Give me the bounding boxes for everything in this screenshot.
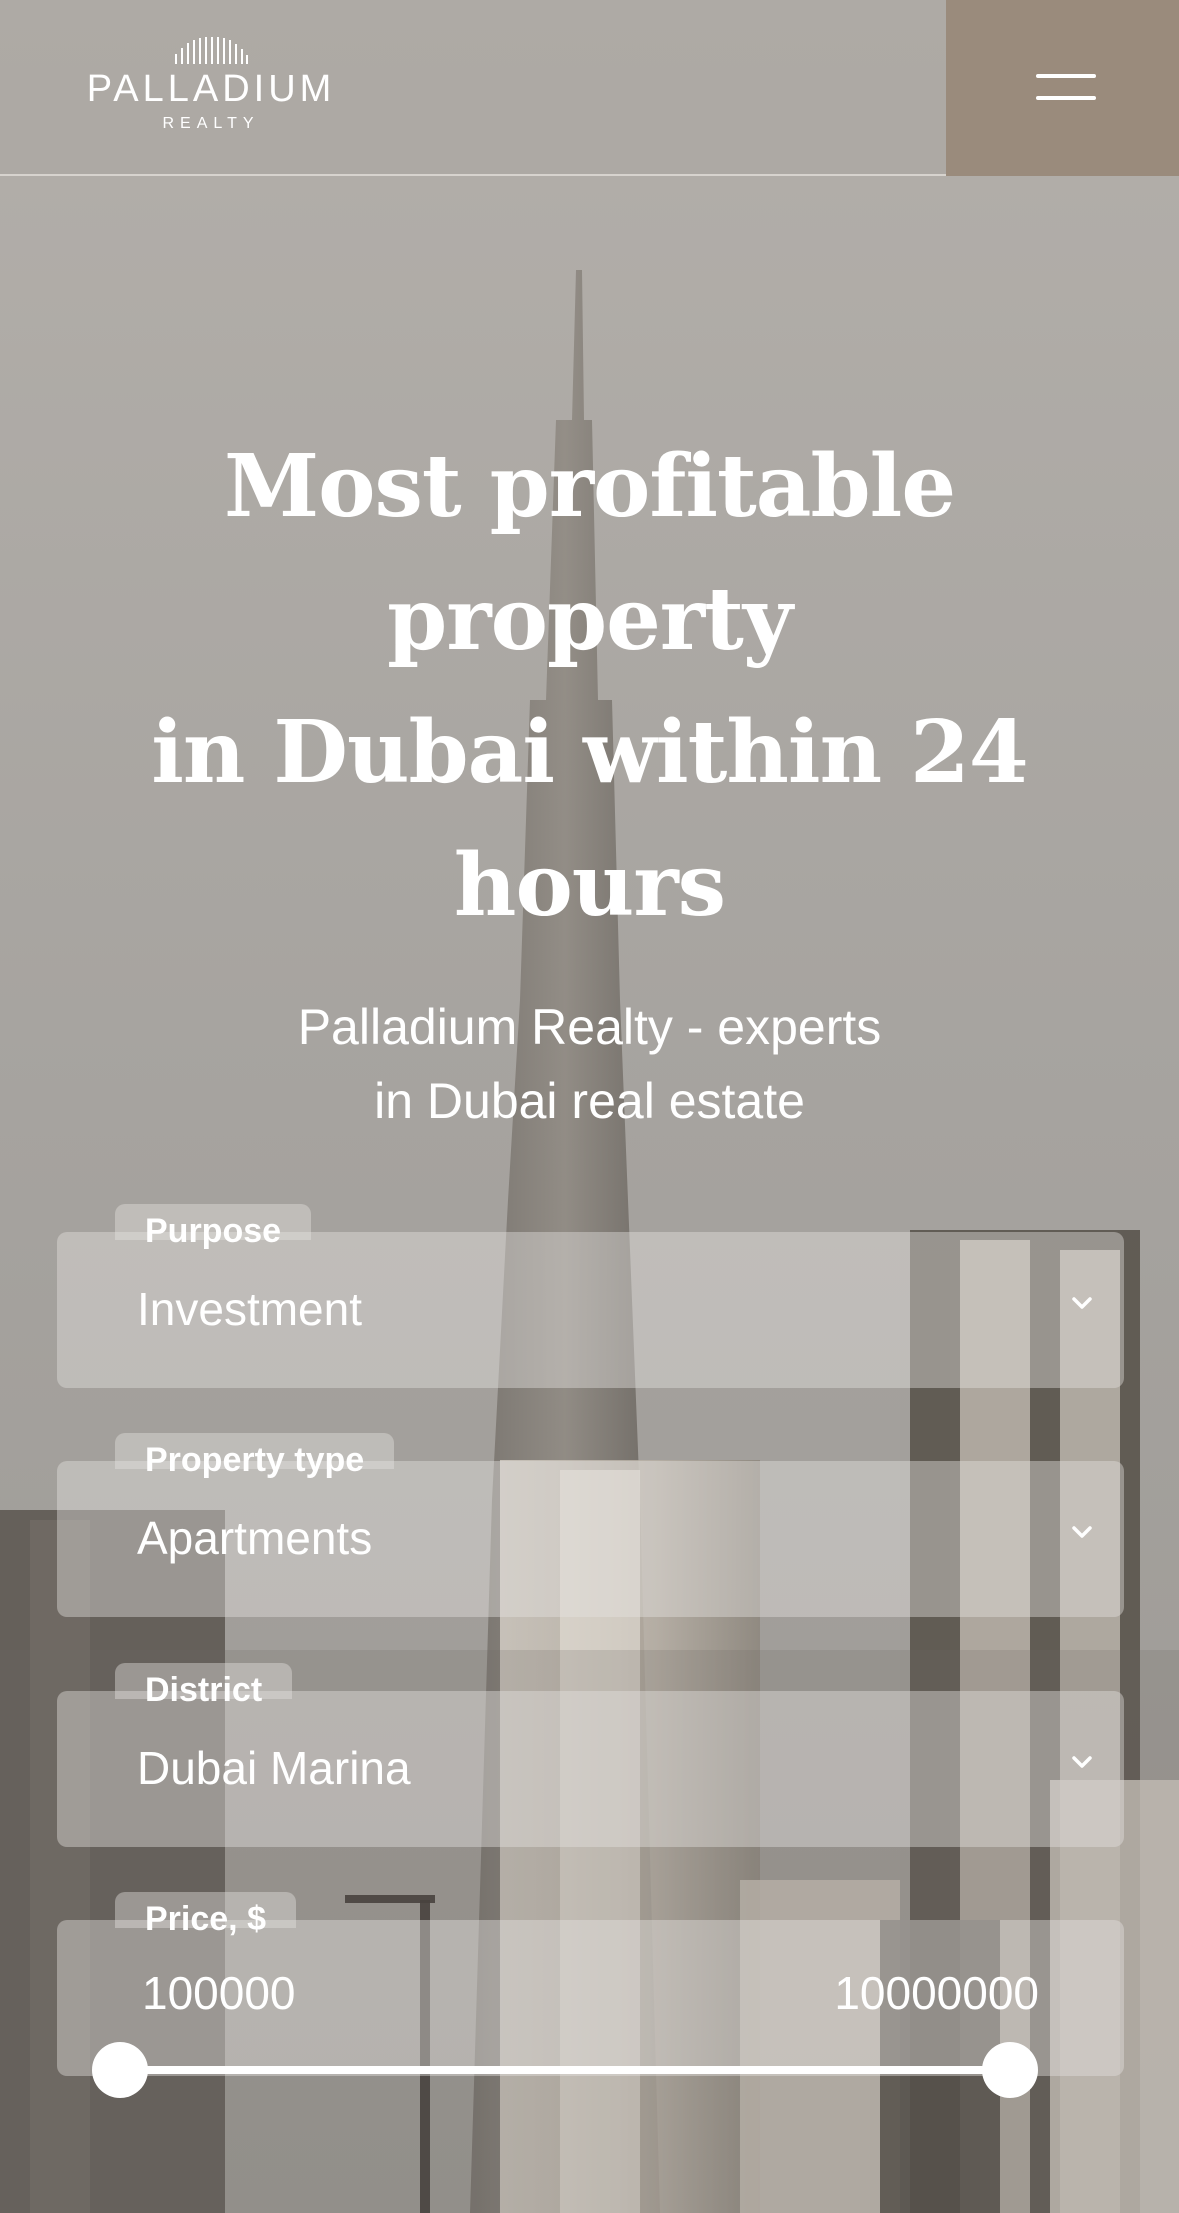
chevron-down-icon [1072, 1756, 1092, 1768]
price-slider-track[interactable] [110, 2066, 1020, 2074]
purpose-label: Purpose [145, 1212, 282, 1250]
hero-subtitle-line: Palladium Realty - experts [297, 999, 882, 1055]
logo-wordmark: PALLADIUM [86, 68, 336, 110]
price-max-value: 10000000 [834, 1967, 1039, 2019]
hero-subtitle: Palladium Realty - experts in Dubai real… [150, 990, 1029, 1138]
price-slider-max-handle[interactable] [982, 2042, 1038, 2098]
site-header: PALLADIUM REALTY [0, 0, 1179, 176]
purpose-value: Investment [137, 1283, 362, 1335]
district-value: Dubai Marina [137, 1742, 411, 1794]
district-label: District [145, 1671, 263, 1709]
hero-title-line: hours [453, 835, 726, 936]
property-type-label-tab: Property type [115, 1433, 395, 1479]
arch-logo-icon [175, 37, 248, 64]
menu-button[interactable] [946, 0, 1179, 176]
chevron-down-icon [1072, 1297, 1092, 1309]
purpose-label-tab: Purpose [115, 1204, 312, 1250]
price-label: Price, $ [145, 1900, 266, 1938]
property-type-select[interactable]: Property type Apartments [57, 1433, 1124, 1617]
district-select[interactable]: District Dubai Marina [57, 1663, 1124, 1847]
district-label-tab: District [115, 1663, 293, 1709]
hamburger-line-bottom [1036, 96, 1096, 100]
price-range-field: Price, $ 100000 10000000 [57, 1892, 1124, 2076]
palladium-logo[interactable]: PALLADIUM REALTY [60, 34, 362, 144]
price-label-tab: Price, $ [115, 1892, 296, 1938]
hero-title-line: Most profitable [223, 436, 956, 537]
hero-title-line: property [387, 569, 793, 670]
purpose-select[interactable]: Purpose Investment [57, 1204, 1124, 1388]
hero-subtitle-line: in Dubai real estate [374, 1073, 805, 1129]
price-slider-min-handle[interactable] [92, 2042, 148, 2098]
hamburger-line-top [1036, 74, 1096, 78]
hero-title-line: in Dubai within 24 [151, 702, 1028, 803]
property-type-label: Property type [145, 1441, 365, 1479]
page: PALLADIUM REALTY Most profitable propert… [0, 0, 1179, 2213]
logo-subtext: REALTY [162, 115, 260, 132]
chevron-down-icon [1072, 1526, 1092, 1538]
property-type-value: Apartments [137, 1512, 373, 1564]
price-min-value: 100000 [142, 1967, 296, 2019]
hero-title: Most profitable property in Dubai within… [90, 420, 1089, 952]
